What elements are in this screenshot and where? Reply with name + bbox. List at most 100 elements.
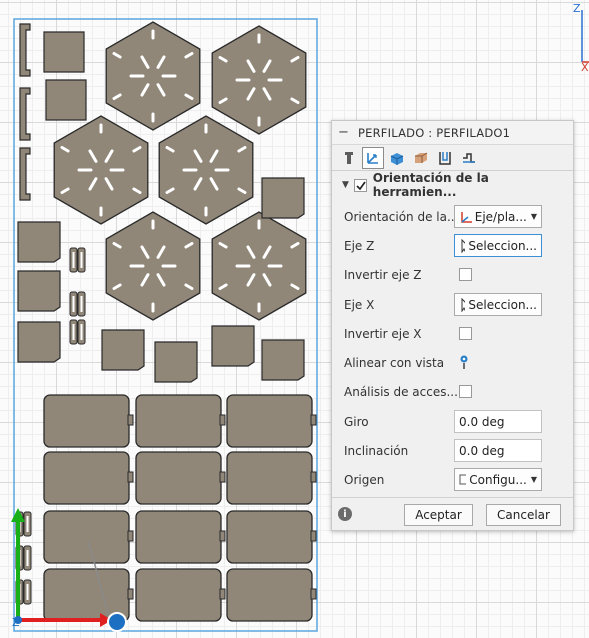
panel-part <box>135 510 222 564</box>
axes-orientation-icon <box>461 211 472 223</box>
panel-part <box>226 451 313 505</box>
tilt-label: Inclinación <box>344 443 409 458</box>
small-part <box>261 177 305 219</box>
flip-x-checkbox[interactable] <box>459 327 472 340</box>
tab-part <box>310 414 317 426</box>
rotation-label: Giro <box>344 414 369 429</box>
tab-part <box>219 414 226 426</box>
dialog-title: PERFILADO : PERFILADO1 <box>358 125 511 140</box>
collapse-icon[interactable]: − <box>338 125 352 140</box>
small-part <box>17 221 61 263</box>
tool-icon <box>345 151 353 164</box>
small-part <box>17 270 61 312</box>
small-part <box>17 321 61 363</box>
x-axis-value: Seleccion... <box>468 297 537 312</box>
small-part <box>154 341 198 383</box>
clip-part <box>19 147 31 201</box>
tab-part <box>127 530 134 542</box>
small-part <box>45 79 87 121</box>
row-flip-x: Invertir eje X <box>332 319 573 348</box>
panel-part <box>226 510 313 564</box>
flip-x-label: Invertir eje X <box>344 326 422 341</box>
tab-part <box>219 471 226 483</box>
x-axis-label: Eje X <box>344 297 375 312</box>
small-part <box>261 339 305 381</box>
viewcube-x-label: X <box>581 61 589 74</box>
panel-part <box>135 394 222 448</box>
tab-post[interactable] <box>458 147 480 169</box>
small-part <box>43 31 85 73</box>
linking-icon <box>463 152 475 163</box>
tab-part <box>310 588 317 600</box>
cursor-select-icon <box>461 297 466 312</box>
tilt-field[interactable]: 0.0 deg <box>454 439 542 462</box>
chevron-down-icon: ▼ <box>530 212 537 221</box>
tab-linking[interactable] <box>434 147 456 169</box>
flip-z-checkbox[interactable] <box>459 268 472 281</box>
panel-part <box>43 451 130 505</box>
orientation-dropdown[interactable]: Eje/pla... ▼ <box>454 205 542 228</box>
cursor-select-icon <box>461 238 466 253</box>
section-label: Orientación de la herramien... <box>372 171 489 199</box>
orientation-label: Orientación de la... <box>344 209 459 224</box>
dialog-tabs <box>332 145 573 171</box>
dialog-header: − PERFILADO : PERFILADO1 <box>332 121 573 145</box>
access-analysis-checkbox[interactable] <box>459 385 472 398</box>
tab-passes[interactable] <box>410 147 432 169</box>
row-origin: Origen Configu... ▼ <box>332 465 573 494</box>
tool-orientation-checkbox[interactable] <box>353 178 367 192</box>
checkmark-icon <box>356 181 366 190</box>
row-access-analysis: Análisis de acces... <box>332 377 573 406</box>
ok-button[interactable]: Aceptar <box>404 504 473 526</box>
cancel-button[interactable]: Cancelar <box>486 504 561 526</box>
x-axis-select-button[interactable]: Seleccion... <box>454 293 542 316</box>
tab-part <box>127 414 134 426</box>
align-view-button[interactable] <box>458 354 470 373</box>
viewcube-z-label: Z <box>573 2 581 15</box>
z-axis-select-button[interactable]: Seleccion... <box>454 234 542 257</box>
tab-part <box>127 471 134 483</box>
tab-part <box>127 588 134 600</box>
section-tool-orientation[interactable]: ▼ Orientación de la herramien... <box>332 171 573 199</box>
rotation-field[interactable]: 0.0 deg <box>454 410 542 433</box>
z-axis-label: Eje Z <box>344 238 375 253</box>
tab-part <box>310 530 317 542</box>
panel-part <box>43 510 130 564</box>
stock-icon <box>415 152 428 163</box>
z-axis-value: Seleccion... <box>468 238 537 253</box>
panel-part <box>135 568 222 622</box>
row-rotation: Giro 0.0 deg <box>332 407 573 436</box>
tab-part <box>219 530 226 542</box>
expand-triangle-icon[interactable]: ▼ <box>342 180 354 190</box>
panel-part <box>226 394 313 448</box>
tab-part <box>310 471 317 483</box>
row-flip-z: Invertir eje Z <box>332 260 573 289</box>
small-part <box>211 325 255 367</box>
origin-handle <box>107 612 127 632</box>
row-x-axis: Eje X Seleccion... <box>332 290 573 319</box>
info-icon[interactable]: i <box>338 507 352 521</box>
row-tilt: Inclinación 0.0 deg <box>332 436 573 465</box>
flip-z-label: Invertir eje Z <box>344 267 422 282</box>
row-z-axis: Eje Z Seleccion... <box>332 231 573 260</box>
tab-tool[interactable] <box>338 147 360 169</box>
panel-part <box>43 394 130 448</box>
panel-part <box>226 568 313 622</box>
layers-icon <box>390 152 404 165</box>
access-analysis-label: Análisis de acces... <box>344 384 458 399</box>
clip-part <box>19 87 31 141</box>
triad-z-label: Z <box>12 616 20 629</box>
tab-heights[interactable] <box>386 147 408 169</box>
origin-box-icon <box>459 474 467 484</box>
toolpath-dialog: − PERFILADO : PERFILADO1 ▼ Orientación d… <box>331 120 574 531</box>
row-orientation: Orientación de la... Eje/pla... ▼ <box>332 202 573 231</box>
origin-label: Origen <box>344 472 385 487</box>
tab-part <box>219 588 226 600</box>
small-part <box>101 329 145 371</box>
row-align-view: Alinear con vista <box>332 348 573 377</box>
align-view-label: Alinear con vista <box>344 355 445 370</box>
origin-dropdown[interactable]: Configu... ▼ <box>454 468 542 491</box>
tab-geometry[interactable] <box>362 146 384 169</box>
origin-value: Configu... <box>469 472 527 487</box>
chevron-down-icon: ▼ <box>530 475 537 484</box>
